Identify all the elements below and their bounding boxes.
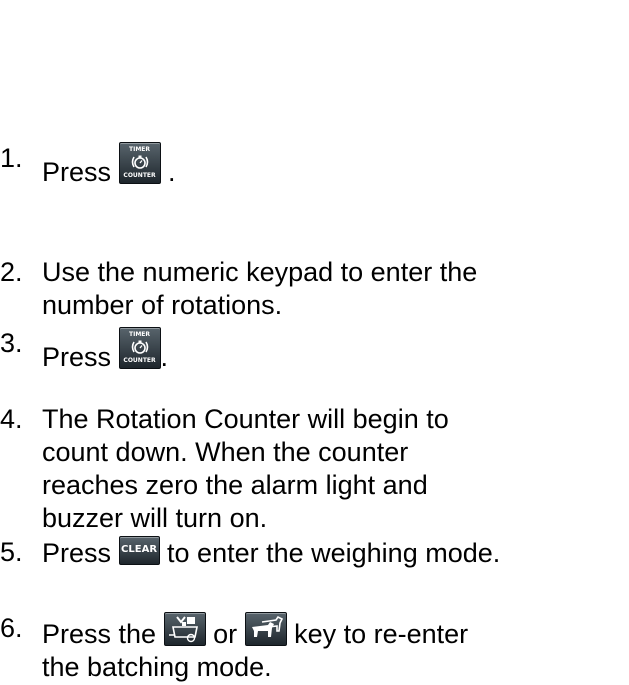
step-number: 3. (0, 328, 23, 358)
timer-counter-key[interactable]: TIMER COUNTER (118, 142, 161, 184)
timer-counter-key[interactable]: TIMER COUNTER (118, 327, 161, 369)
feed-wagon-icon (168, 616, 198, 643)
step-number: 6. (0, 613, 23, 643)
stopwatch-icon (131, 155, 148, 169)
step-text: Use the numeric keypad to enter the numb… (42, 257, 478, 320)
clear-key[interactable]: CLEAR (118, 536, 160, 565)
step-number: 5. (0, 537, 23, 567)
step-text: Press TIMER COUNTER . (42, 327, 168, 374)
step-text: Press CLEAR to enter the weighing mode. (42, 536, 501, 568)
step-text: Press the or key to re-enter the batchin… (42, 612, 468, 684)
step-number: 4. (0, 404, 23, 434)
step-number: 1. (0, 143, 23, 173)
herd-key[interactable] (244, 612, 287, 646)
batch-key[interactable] (163, 612, 206, 646)
cattle-icon (251, 615, 283, 637)
stopwatch-icon (131, 340, 148, 354)
step-number: 2. (0, 257, 23, 287)
step-text: The Rotation Counter will begin to count… (42, 404, 449, 533)
step-text: Press TIMER COUNTER . (42, 142, 176, 189)
